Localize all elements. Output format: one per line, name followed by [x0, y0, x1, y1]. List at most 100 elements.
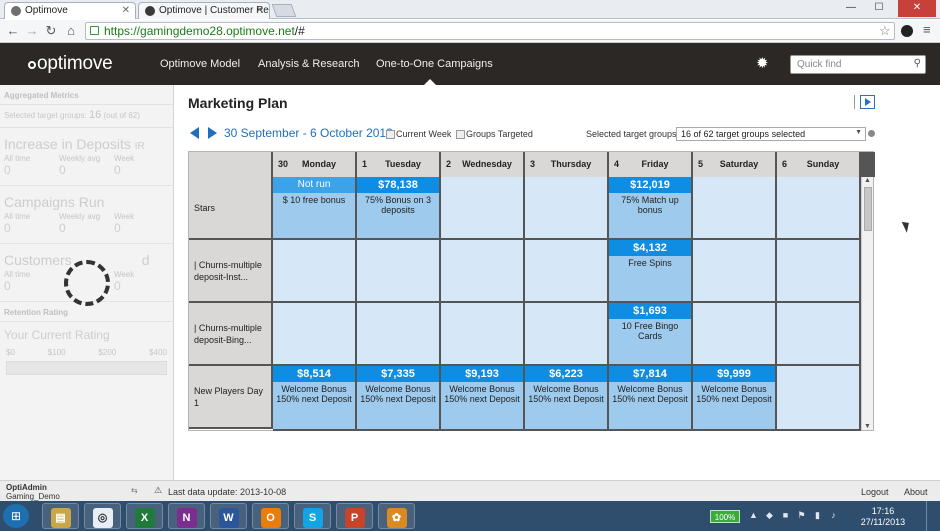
extension-icon[interactable] — [901, 25, 913, 37]
empty-calendar-cell[interactable] — [441, 240, 525, 303]
campaign-cell[interactable]: $12,019 75% Match up bonus — [609, 177, 693, 240]
settings-gear-icon[interactable]: ✹ — [756, 54, 769, 72]
show-desktop-button[interactable] — [926, 501, 940, 531]
empty-calendar-cell[interactable] — [273, 240, 357, 303]
previous-week-icon[interactable] — [190, 127, 199, 139]
campaign-cell[interactable]: $1,693 10 Free Bingo Cards — [609, 303, 693, 366]
nav-analysis-research[interactable]: Analysis & Research — [258, 58, 360, 70]
info-icon[interactable] — [868, 130, 875, 137]
campaign-amount[interactable]: $9,999 — [693, 366, 775, 382]
empty-calendar-cell[interactable] — [777, 240, 861, 303]
campaign-amount[interactable]: $4,132 — [609, 240, 691, 256]
network-icon[interactable]: ▮ — [812, 510, 823, 521]
other-taskbar-icon[interactable]: ✿ — [378, 503, 415, 529]
tray-up-icon[interactable]: ▲ — [748, 510, 759, 521]
explorer-taskbar-icon[interactable]: ▤ — [42, 503, 79, 529]
empty-calendar-cell[interactable] — [441, 177, 525, 240]
chrome-taskbar-icon[interactable]: ◎ — [84, 503, 121, 529]
close-window-button[interactable]: ✕ — [898, 0, 936, 17]
excel-taskbar-icon[interactable]: X — [126, 503, 163, 529]
empty-calendar-cell[interactable] — [693, 240, 777, 303]
battery-indicator[interactable]: 100% — [710, 510, 740, 523]
new-tab-button[interactable] — [271, 4, 297, 17]
nav-one-to-one-campaigns[interactable]: One-to-One Campaigns — [376, 58, 493, 70]
forward-icon[interactable]: → — [24, 23, 40, 39]
target-groups-select[interactable]: 16 of 62 target groups selected ▼ — [676, 127, 866, 141]
campaign-cell[interactable]: $4,132 Free Spins — [609, 240, 693, 303]
url-input[interactable]: https://gamingdemo28.optimove.net/# — [85, 22, 895, 40]
empty-calendar-cell[interactable] — [777, 366, 861, 431]
skype-taskbar-icon[interactable]: S — [294, 503, 331, 529]
maximize-button[interactable]: ☐ — [866, 0, 892, 17]
groups-targeted-checkbox[interactable]: Groups Targeted — [456, 129, 533, 139]
campaign-amount[interactable]: $8,514 — [273, 366, 355, 382]
next-week-icon[interactable] — [208, 127, 217, 139]
minimize-button[interactable]: — — [838, 0, 864, 17]
system-clock[interactable]: 17:16 27/11/2013 — [851, 506, 915, 528]
campaign-cell[interactable]: $9,999 Welcome Bonus 150% next Deposit — [693, 366, 777, 431]
campaign-amount[interactable]: $7,814 — [609, 366, 691, 382]
target-group-label[interactable]: | Churns-multiple deposit-Bing... — [189, 303, 273, 366]
tray-app-icon[interactable]: ■ — [780, 510, 791, 521]
empty-calendar-cell[interactable] — [357, 240, 441, 303]
empty-calendar-cell[interactable] — [693, 303, 777, 366]
close-tab-icon[interactable]: ✕ — [256, 5, 264, 16]
current-week-checkbox[interactable]: Current Week — [386, 129, 451, 139]
empty-calendar-cell[interactable] — [441, 303, 525, 366]
powerpoint-taskbar-icon[interactable]: P — [336, 503, 373, 529]
campaign-amount[interactable]: $9,193 — [441, 366, 523, 382]
empty-calendar-cell[interactable] — [273, 303, 357, 366]
about-link[interactable]: About — [904, 487, 928, 497]
target-group-label[interactable]: New Players Day 1 — [189, 366, 273, 429]
empty-calendar-cell[interactable] — [357, 303, 441, 366]
browser-menu-icon[interactable]: ≡ — [923, 22, 931, 37]
campaign-cell[interactable]: Not run $ 10 free bonus — [273, 177, 357, 240]
campaign-cell[interactable]: $7,814 Welcome Bonus 150% next Deposit — [609, 366, 693, 431]
word-taskbar-icon[interactable]: W — [210, 503, 247, 529]
back-icon[interactable]: ← — [5, 23, 21, 39]
nav-optimove-model[interactable]: Optimove Model — [160, 58, 240, 70]
campaign-amount[interactable]: $1,693 — [609, 303, 691, 319]
campaign-amount[interactable]: Not run — [273, 177, 355, 193]
campaign-cell[interactable]: $6,223 Welcome Bonus 150% next Deposit — [525, 366, 609, 431]
expand-panel-icon[interactable] — [860, 95, 875, 109]
onenote-taskbar-icon[interactable]: N — [168, 503, 205, 529]
calendar-scrollbar[interactable]: ▲ ▼ — [861, 177, 873, 430]
scroll-thumb[interactable] — [864, 187, 872, 231]
campaign-amount[interactable]: $12,019 — [609, 177, 691, 193]
empty-calendar-cell[interactable] — [525, 240, 609, 303]
swap-icon[interactable]: ⇆ — [131, 486, 138, 495]
browser-tab-customer-retention[interactable]: Optimove | Customer Rete ✕ — [138, 2, 270, 19]
close-tab-icon[interactable]: ✕ — [122, 5, 130, 16]
quick-find-input[interactable]: Quick find ⚲ — [790, 55, 926, 74]
outlook-taskbar-icon[interactable]: O — [252, 503, 289, 529]
logout-link[interactable]: Logout — [861, 487, 889, 497]
target-group-label[interactable]: Stars — [189, 177, 273, 240]
campaign-cell[interactable]: $78,138 75% Bonus on 3 deposits — [357, 177, 441, 240]
optimove-logo[interactable]: optimove — [28, 53, 113, 75]
campaign-amount[interactable]: $6,223 — [525, 366, 607, 382]
empty-calendar-cell[interactable] — [777, 303, 861, 366]
target-group-label[interactable]: | Churns-multiple deposit-Inst... — [189, 240, 273, 303]
user-info[interactable]: OptiAdmin Gaming_Demo — [6, 483, 60, 501]
campaign-amount[interactable]: $7,335 — [357, 366, 439, 382]
browser-tab-optimove[interactable]: Optimove ✕ — [4, 2, 136, 19]
scroll-down-icon[interactable]: ▼ — [864, 423, 871, 430]
scroll-up-icon[interactable]: ▲ — [864, 177, 871, 184]
tray-flag-icon[interactable]: ⚑ — [796, 510, 807, 521]
bookmark-star-icon[interactable]: ☆ — [879, 23, 891, 39]
home-icon[interactable]: ⌂ — [63, 23, 79, 39]
empty-calendar-cell[interactable] — [693, 177, 777, 240]
reload-icon[interactable]: ↻ — [43, 23, 59, 39]
tray-shield-icon[interactable]: ◆ — [764, 510, 775, 521]
campaign-cell[interactable]: $8,514 Welcome Bonus 150% next Deposit — [273, 366, 357, 431]
empty-calendar-cell[interactable] — [525, 303, 609, 366]
campaign-cell[interactable]: $7,335 Welcome Bonus 150% next Deposit — [357, 366, 441, 431]
empty-calendar-cell[interactable] — [525, 177, 609, 240]
search-icon[interactable]: ⚲ — [914, 58, 921, 69]
start-button[interactable]: ⊞ — [3, 504, 29, 528]
campaign-amount[interactable]: $78,138 — [357, 177, 439, 193]
empty-calendar-cell[interactable] — [777, 177, 861, 240]
volume-icon[interactable]: ♪ — [828, 510, 839, 521]
campaign-cell[interactable]: $9,193 Welcome Bonus 150% next Deposit — [441, 366, 525, 431]
